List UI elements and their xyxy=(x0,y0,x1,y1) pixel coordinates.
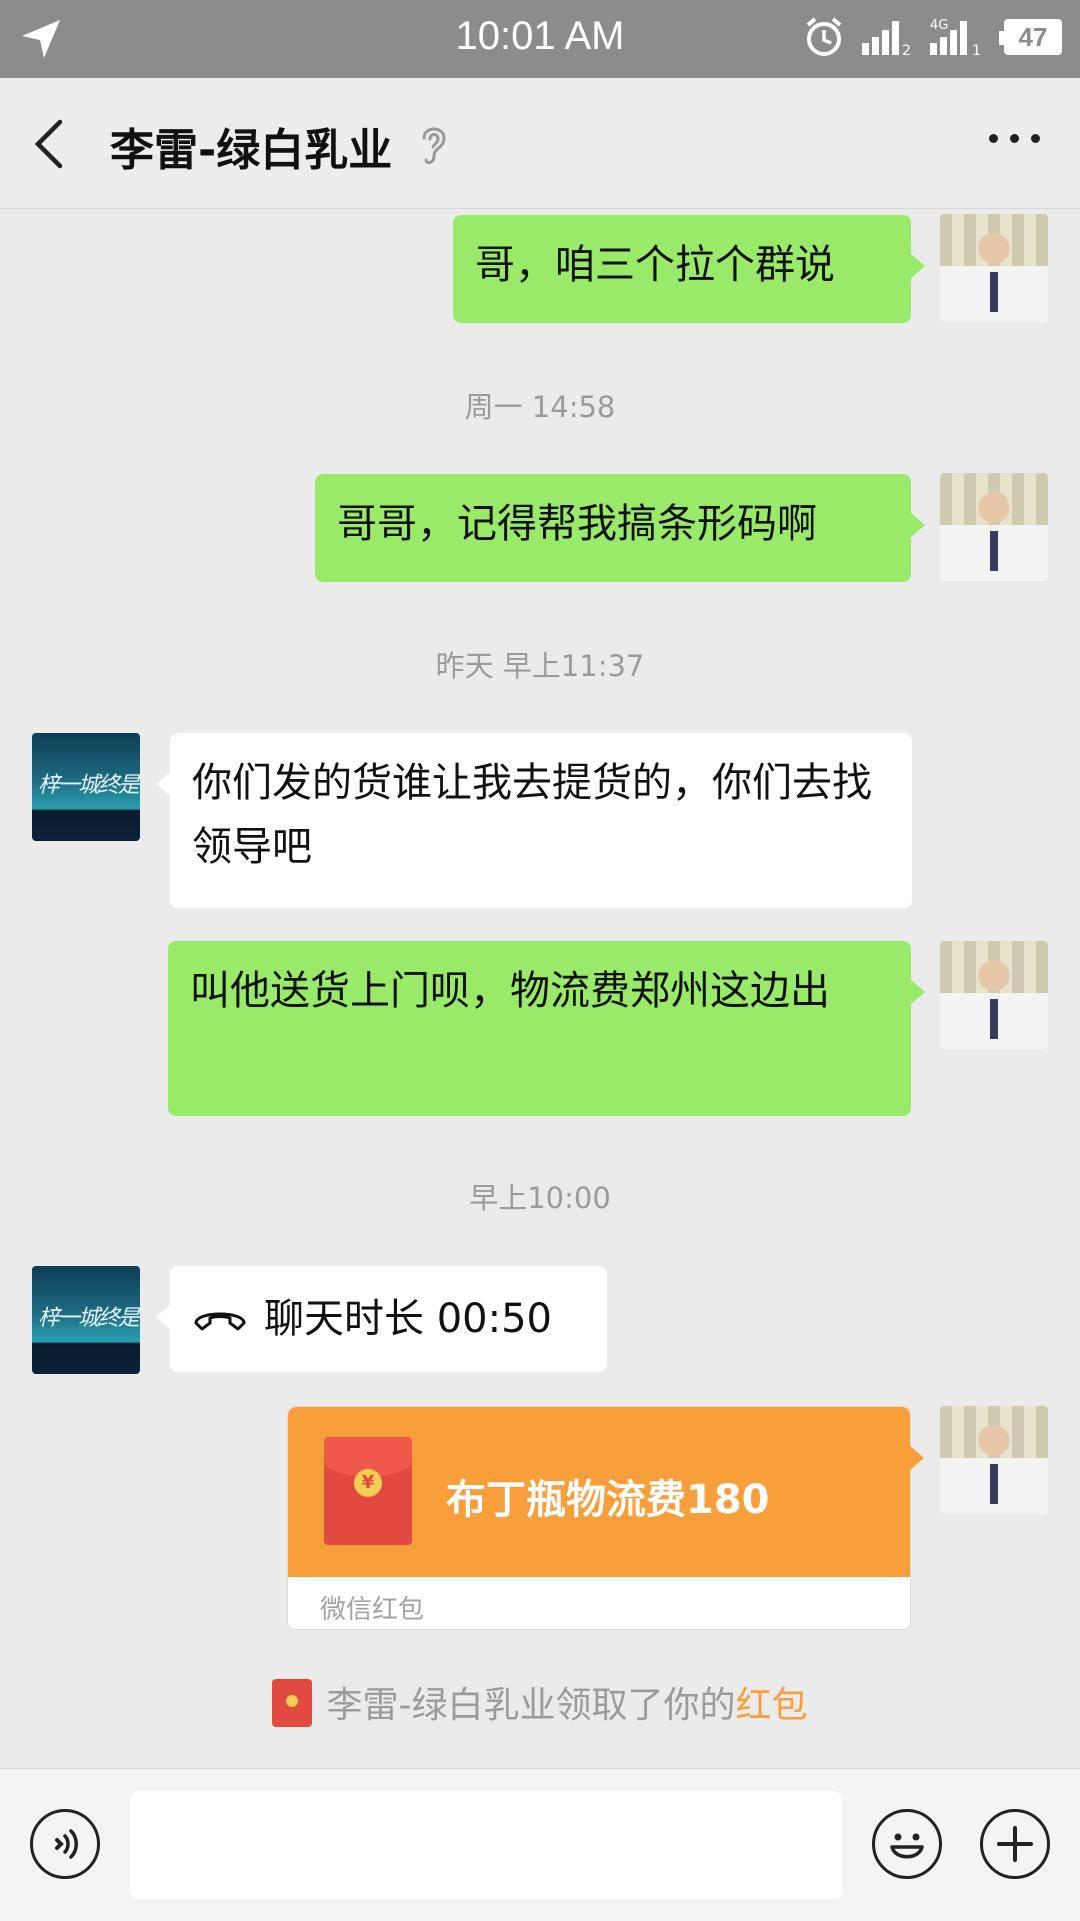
battery-icon: 47 xyxy=(999,19,1062,55)
voice-input-button[interactable] xyxy=(30,1809,100,1879)
contact-avatar[interactable]: 梓一城终是一个道 xyxy=(32,733,140,841)
dot-icon xyxy=(1031,134,1040,143)
timestamp: 周一 14:58 xyxy=(464,390,616,424)
message-input[interactable] xyxy=(130,1791,842,1899)
plus-icon xyxy=(997,1826,1033,1862)
message-bubble-outgoing[interactable]: 哥，咱三个拉个群说 xyxy=(453,215,925,323)
message-bubble-incoming[interactable]: 你们发的货谁让我去提货的，你们去找领导吧 xyxy=(156,733,912,908)
signal-sim2-icon: 2 xyxy=(862,21,911,57)
red-envelope-icon: ¥ xyxy=(324,1437,412,1545)
my-avatar[interactable] xyxy=(940,214,1048,322)
svg-text:1: 1 xyxy=(972,43,981,57)
my-avatar[interactable] xyxy=(940,1406,1048,1514)
my-avatar[interactable] xyxy=(940,473,1048,581)
status-bar: 10:01 AM 2 4G 1 47 xyxy=(0,0,1080,78)
claimed-text: 李雷-绿白乳业领取了你的 xyxy=(326,1685,736,1726)
more-functions-button[interactable] xyxy=(980,1809,1050,1879)
dot-icon xyxy=(1010,134,1019,143)
chat-header: 李雷-绿白乳业 xyxy=(0,78,1080,209)
earpiece-mode-icon xyxy=(422,127,446,165)
contact-avatar[interactable]: 梓一城终是一个道 xyxy=(32,1266,140,1374)
red-packet-claimed-notice: 李雷-绿白乳业领取了你的红包 xyxy=(0,1676,1080,1731)
more-options-button[interactable] xyxy=(989,134,1040,143)
emoji-button[interactable] xyxy=(872,1809,942,1879)
voice-icon xyxy=(55,1829,78,1859)
call-record-bubble[interactable]: 聊天时长 00:50 xyxy=(156,1266,607,1372)
phone-hangup-icon xyxy=(194,1312,246,1331)
timestamp: 昨天 早上11:37 xyxy=(435,649,645,683)
status-icons: 2 4G 1 47 xyxy=(804,16,1062,58)
message-bubble-outgoing[interactable]: 叫他送货上门呗，物流费郑州这边出 xyxy=(168,941,925,1116)
red-packet-body: ¥ 布丁瓶物流费180 xyxy=(288,1407,924,1577)
alarm-clock-icon xyxy=(806,17,842,56)
chat-title: 李雷-绿白乳业 xyxy=(110,125,393,176)
dot-icon xyxy=(989,134,998,143)
red-packet-title: 布丁瓶物流费180 xyxy=(446,1477,770,1523)
input-bar xyxy=(0,1768,1080,1921)
svg-text:2: 2 xyxy=(902,43,911,57)
red-packet-message[interactable]: ¥ 布丁瓶物流费180 微信红包 xyxy=(287,1406,924,1630)
svg-text:4G: 4G xyxy=(930,18,948,33)
signal-4g-sim1-icon: 4G 1 xyxy=(930,18,981,57)
my-avatar[interactable] xyxy=(940,941,1048,1049)
back-arrow-icon[interactable] xyxy=(32,118,68,170)
red-packet-source: 微信红包 xyxy=(320,1595,425,1625)
red-packet-link[interactable]: 红包 xyxy=(735,1685,807,1726)
red-envelope-icon xyxy=(272,1679,313,1727)
timestamp: 早上10:00 xyxy=(469,1181,611,1215)
message-bubble-outgoing[interactable]: 哥哥，记得帮我搞条形码啊 xyxy=(315,474,925,582)
smiley-icon xyxy=(890,1833,924,1859)
call-duration-label: 聊天时长 00:50 xyxy=(264,1296,552,1342)
